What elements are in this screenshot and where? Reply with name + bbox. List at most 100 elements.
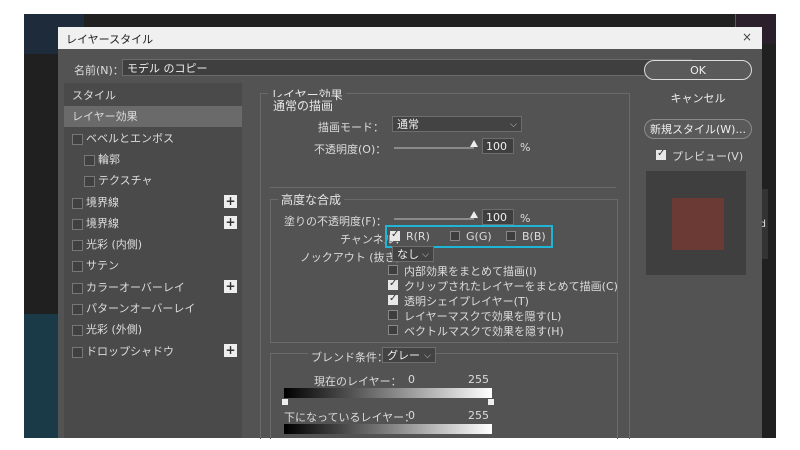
blend-mode-value: 通常 [397, 118, 419, 131]
option-vectormask-label: ベクトルマスクで効果を隠す(H) [404, 325, 564, 338]
current-layer-black-thumb[interactable] [282, 399, 288, 405]
advanced-group-title: 高度な合成 [278, 191, 345, 208]
chevron-down-icon: ⌵ [422, 250, 429, 260]
effects-panel: レイヤー効果 通常の描画 描画モード： 通常 ⌵ 不透明度(O)： 100 % … [254, 83, 634, 439]
option-clipped-checkbox[interactable] [388, 278, 398, 290]
sidebar-item-checkbox[interactable] [84, 154, 95, 166]
sidebar-item[interactable]: テクスチャ [64, 170, 242, 191]
name-input[interactable]: モデル のコピー [122, 59, 692, 76]
sidebar-item-checkbox[interactable] [72, 325, 83, 337]
channel-g-checkbox[interactable] [450, 231, 460, 241]
plus-icon[interactable]: + [224, 194, 237, 208]
sidebar-item[interactable]: パターンオーバーレイ [64, 298, 242, 319]
sidebar-item-checkbox[interactable] [72, 218, 83, 230]
sidebar-item[interactable]: サテン [64, 255, 242, 276]
style-sidebar: スタイルレイヤー効果ベベルとエンボス輪郭テクスチャ境界線 + 境界線 + 光彩 (内側)… [64, 83, 242, 438]
current-layer-white-thumb[interactable] [488, 399, 494, 405]
option-internal-label: 内部効果をまとめて描画(I) [404, 265, 537, 278]
sidebar-item[interactable]: 境界線 + [64, 213, 242, 234]
sidebar-item-label: 光彩 (内側) [86, 238, 143, 252]
sidebar-item[interactable]: ドロップシャドウ + [64, 341, 242, 362]
under-layer-max: 255 [468, 409, 489, 422]
sidebar-item[interactable]: 輪郭 [64, 149, 242, 170]
sidebar-item-label: パターンオーバーレイ [86, 302, 196, 315]
ok-button[interactable]: OK [644, 60, 752, 80]
dialog-title: レイヤースタイル [66, 33, 154, 46]
channel-b-label: B(B) [522, 230, 546, 243]
fill-opacity-slider[interactable] [394, 218, 474, 220]
current-layer-min: 0 [408, 373, 415, 386]
knockout-value: なし [397, 248, 419, 261]
sidebar-item-checkbox[interactable] [72, 346, 83, 358]
opacity-slider[interactable] [394, 147, 474, 149]
name-label: 名前(N)： [74, 64, 124, 77]
sidebar-item-checkbox[interactable] [72, 197, 83, 209]
opacity-unit: % [520, 141, 531, 154]
sidebar-item[interactable]: レイヤー効果 [64, 106, 242, 128]
blend-mode-select[interactable]: 通常 ⌵ [392, 116, 522, 132]
preview-checkbox[interactable] [656, 148, 666, 160]
current-layer-gradient [284, 388, 492, 398]
cancel-button[interactable]: キャンセル [644, 89, 752, 109]
sidebar-item[interactable]: 境界線 + [64, 192, 242, 213]
fill-opacity-unit: % [520, 212, 531, 225]
knockout-select[interactable]: なし ⌵ [392, 246, 434, 262]
current-layer-max: 255 [468, 373, 489, 386]
sidebar-item-checkbox[interactable] [84, 176, 95, 188]
fill-opacity-label: 塗りの不透明度(F)： [284, 215, 387, 228]
dialog-titlebar[interactable]: レイヤースタイル × [58, 27, 762, 49]
sidebar-item[interactable]: カラーオーバーレイ + [64, 277, 242, 298]
sidebar-item-label: サテン [86, 259, 119, 273]
sidebar-item-label: 境界線 [86, 195, 119, 209]
option-vectormask-checkbox[interactable] [388, 325, 398, 335]
plus-icon[interactable]: + [224, 343, 237, 357]
sidebar-item[interactable]: スタイル [64, 85, 242, 106]
blend-mode-label: 描画モード： [318, 121, 384, 134]
plus-icon[interactable]: + [224, 215, 237, 229]
option-layermask-label: レイヤーマスクで効果を隠す(L) [404, 310, 562, 323]
preview-swatch [672, 198, 724, 250]
option-transparency-checkbox[interactable] [388, 293, 398, 305]
channel-r-label: R(R) [406, 230, 430, 243]
chevron-down-icon: ⌵ [424, 351, 431, 361]
chevron-down-icon: ⌵ [510, 120, 517, 130]
sidebar-item-label: 境界線 [86, 216, 119, 230]
opacity-input[interactable]: 100 [482, 138, 514, 154]
normal-group-title: 通常の描画 [270, 97, 337, 114]
under-layer-gradient [284, 424, 492, 434]
sidebar-item-checkbox[interactable] [72, 240, 83, 252]
opacity-slider-thumb[interactable] [470, 140, 478, 147]
preview-label[interactable]: プレビュー(V) [672, 148, 743, 164]
blend-if-select[interactable]: グレー ⌵ [382, 347, 436, 363]
channel-b-checkbox[interactable] [506, 231, 516, 241]
sidebar-item-label: 輪郭 [98, 152, 120, 166]
blend-if-value: グレー [387, 349, 420, 362]
under-layer-min: 0 [408, 409, 415, 422]
close-icon[interactable]: × [742, 30, 752, 44]
blend-if-label: ブレンド条件： [308, 349, 391, 365]
sidebar-item[interactable]: 光彩 (外側) [64, 319, 242, 340]
sidebar-item-checkbox[interactable] [72, 282, 83, 294]
sidebar-item-checkbox[interactable] [72, 261, 83, 273]
sidebar-item[interactable]: ベベルとエンボス [64, 128, 242, 149]
sidebar-item-label: テクスチャ [98, 174, 153, 188]
current-layer-label: 現在のレイヤー： [314, 375, 402, 388]
fill-opacity-input[interactable]: 100 [482, 209, 514, 225]
sidebar-item-checkbox[interactable] [72, 304, 83, 315]
opacity-label: 不透明度(O)： [314, 143, 387, 156]
plus-icon[interactable]: + [224, 279, 237, 293]
option-clipped-label: クリップされたレイヤーをまとめて描画(C) [404, 280, 618, 293]
preview-thumbnail [646, 171, 746, 275]
sidebar-item[interactable]: 光彩 (内側) [64, 234, 242, 255]
sidebar-item-label: 光彩 (外側) [86, 323, 143, 337]
option-layermask-checkbox[interactable] [388, 310, 398, 320]
sidebar-item-label: ベベルとエンボス [86, 131, 174, 145]
fill-opacity-slider-thumb[interactable] [470, 211, 478, 218]
option-transparency-label: 透明シェイプレイヤー(T) [404, 295, 529, 308]
option-internal-checkbox[interactable] [388, 265, 398, 275]
new-style-button[interactable]: 新規スタイル(W)... [644, 119, 752, 139]
channel-r-checkbox[interactable] [390, 229, 400, 241]
layer-style-dialog: レイヤースタイル × 名前(N)： モデル のコピー スタイルレイヤー効果ベベル… [58, 27, 762, 439]
sidebar-item-checkbox[interactable] [72, 133, 83, 145]
sidebar-item-label: レイヤー効果 [72, 110, 138, 124]
